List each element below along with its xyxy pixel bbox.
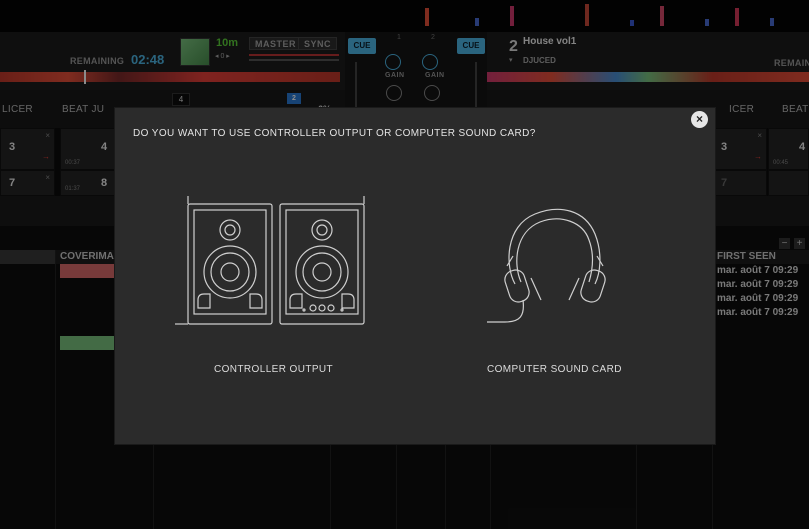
speakers-icon	[175, 196, 365, 325]
controller-output-label: CONTROLLER OUTPUT	[214, 364, 334, 375]
headphones-icon	[487, 208, 606, 323]
controller-output-option[interactable]: CONTROLLER OUTPUT	[170, 196, 380, 386]
computer-sound-card-option[interactable]: COMPUTER SOUND CARD	[485, 196, 635, 386]
dialog-title: DO YOU WANT TO USE CONTROLLER OUTPUT OR …	[133, 128, 536, 139]
close-icon[interactable]: ×	[691, 111, 708, 128]
audio-output-dialog: DO YOU WANT TO USE CONTROLLER OUTPUT OR …	[115, 108, 715, 444]
computer-sound-card-label: COMPUTER SOUND CARD	[487, 364, 622, 375]
